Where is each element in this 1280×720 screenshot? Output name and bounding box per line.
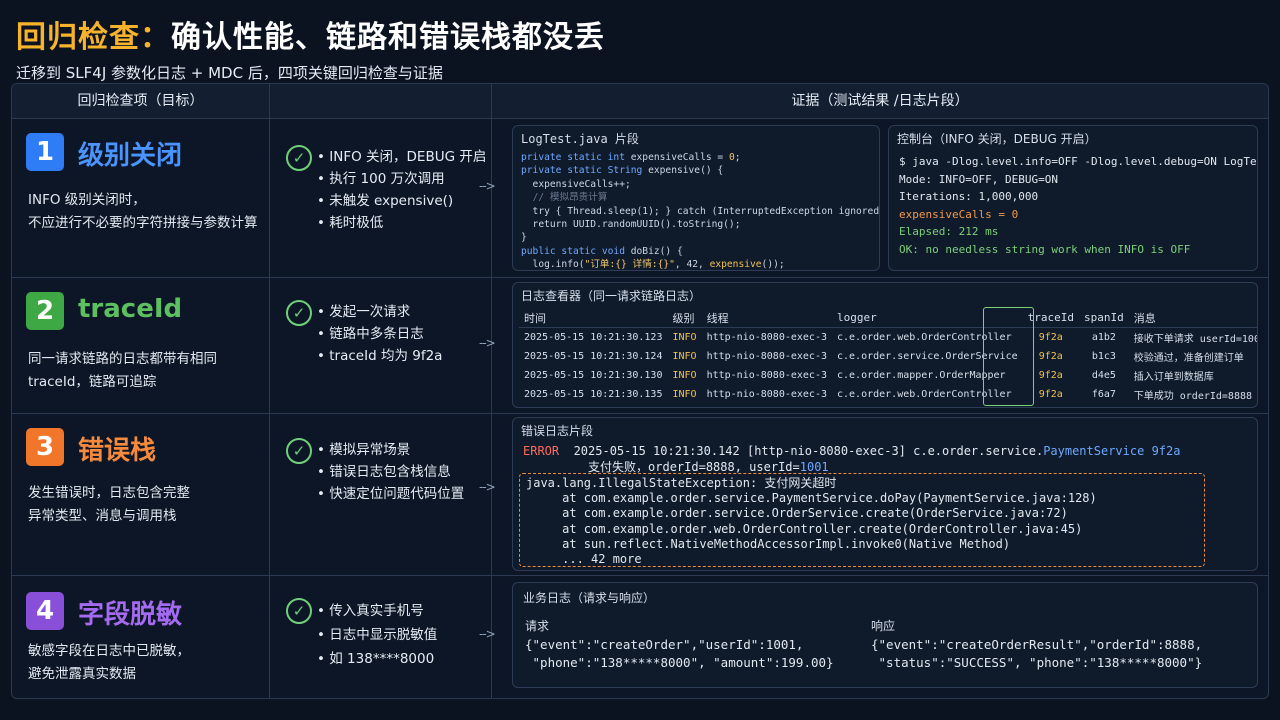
check-icon: ✓: [286, 598, 312, 624]
arrow-icon: -->: [479, 336, 496, 350]
response-label: 响应: [871, 619, 896, 633]
bullet-item: 链路中多条日志: [317, 323, 442, 345]
bullet-item: 如 138****8000: [317, 647, 437, 671]
row-number-badge: 1: [26, 133, 64, 171]
page-subtitle: 迁移到 SLF4J 参数化日志 + MDC 后，四项关键回归检查与证据: [16, 64, 443, 82]
biz-log-panel: 业务日志（请求与响应） 请求 {"event":"createOrder","u…: [512, 582, 1258, 688]
request-block: 请求 {"event":"createOrder","userId":1001,…: [525, 617, 834, 672]
header: 回归检查：确认性能、链路和错误栈都没丢 迁移到 SLF4J 参数化日志 + MD…: [16, 12, 605, 83]
check-item-cell: 4 字段脱敏 敏感字段在日志中已脱敏， 避免泄露真实数据: [12, 576, 269, 698]
bullet-item: traceId 均为 9f2a: [317, 345, 442, 367]
error-log-line: ERROR 2025-05-15 10:21:30.142 [http-nio-…: [523, 444, 1181, 474]
check-row-4: 4 字段脱敏 敏感字段在日志中已脱敏， 避免泄露真实数据 ✓ 传入真实手机号 日…: [12, 576, 1268, 698]
code-snippet: private static int expensiveCalls = 0; p…: [521, 152, 880, 271]
table-row: 2025-05-15 10:21:30.135 INFO http-nio-8080…: [524, 389, 1253, 402]
check-icon: ✓: [286, 438, 312, 464]
console-output: $ java -Dlog.level.info=OFF -Dlog.level.…: [899, 155, 1258, 256]
check-row-2: 2 traceId 同一请求链路的日志都带有相同 traceId，链路可追踪 ✓…: [12, 278, 1268, 413]
console-title: 控制台（INFO 关闭，DEBUG 开启）: [897, 132, 1097, 146]
regression-table: 回归检查项（目标） 证据（测试结果 /日志片段） 1 级别关闭 INFO 级别关…: [11, 83, 1269, 699]
result-cell: ✓ 模拟异常场景 错误日志包含栈信息 快速定位问题代码位置: [270, 414, 491, 575]
stack-trace-box: java.lang.IllegalStateException: 支付网关超时 …: [519, 473, 1205, 567]
request-label: 请求: [525, 619, 550, 633]
row-description: 敏感字段在日志中已脱敏， 避免泄露真实数据: [28, 643, 190, 682]
bullet-item: 耗时极低: [317, 212, 486, 234]
row-description: 发生错误时，日志包含完整 异常类型、消息与调用栈: [28, 485, 190, 524]
log-table-header: 时间 级别 线程 logger traceId spanId 消息: [519, 308, 1257, 328]
row-title: 字段脱敏: [78, 600, 183, 630]
check-row-3: 3 错误栈 发生错误时，日志包含完整 异常类型、消息与调用栈 ✓ 模拟异常场景 …: [12, 414, 1268, 575]
arrow-icon: -->: [479, 627, 496, 641]
check-item-cell: 1 级别关闭 INFO 级别关闭时， 不应进行不必要的字符拼接与参数计算: [12, 119, 269, 277]
row-number-badge: 3: [26, 428, 64, 466]
bullet-item: 传入真实手机号: [317, 599, 437, 623]
error-log-panel: 错误日志片段 ERROR 2025-05-15 10:21:30.142 [ht…: [512, 417, 1258, 571]
arrow-icon: -->: [479, 480, 496, 494]
bullet-item: 发起一次请求: [317, 301, 442, 323]
header-result: [270, 84, 491, 119]
row-description: 同一请求链路的日志都带有相同 traceId，链路可追踪: [28, 351, 217, 390]
result-bullets: 模拟异常场景 错误日志包含栈信息 快速定位问题代码位置: [317, 439, 464, 505]
check-row-1: 1 级别关闭 INFO 级别关闭时， 不应进行不必要的字符拼接与参数计算 ✓ I…: [12, 119, 1268, 277]
row-title: 级别关闭: [78, 141, 183, 171]
bullet-item: 模拟异常场景: [317, 439, 464, 461]
response-json: {"event":"createOrderResult","orderId":8…: [871, 637, 1203, 670]
row-number-badge: 2: [26, 292, 64, 330]
log-table: 时间 级别 线程 logger traceId spanId 消息 2025-0…: [519, 308, 1258, 404]
header-evidence: 证据（测试结果 /日志片段）: [492, 84, 1268, 119]
row-number-badge: 4: [26, 592, 64, 630]
result-bullets: 传入真实手机号 日志中显示脱敏值 如 138****8000: [317, 599, 437, 671]
traceid-highlight: [983, 307, 1034, 406]
row-description: INFO 级别关闭时， 不应进行不必要的字符拼接与参数计算: [28, 192, 258, 231]
check-icon: ✓: [286, 145, 312, 171]
bullet-item: 执行 100 万次调用: [317, 168, 486, 190]
arrow-icon: -->: [479, 179, 496, 193]
check-item-cell: 2 traceId 同一请求链路的日志都带有相同 traceId，链路可追踪: [12, 278, 269, 413]
result-cell: ✓ 传入真实手机号 日志中显示脱敏值 如 138****8000: [270, 576, 491, 698]
result-bullets: INFO 关闭，DEBUG 开启 执行 100 万次调用 未触发 expensi…: [317, 146, 486, 234]
bullet-item: 快速定位问题代码位置: [317, 483, 464, 505]
check-icon: ✓: [286, 300, 312, 326]
table-row: 2025-05-15 10:21:30.124 INFO http-nio-8080…: [524, 351, 1244, 364]
bullet-item: 日志中显示脱敏值: [317, 623, 437, 647]
log-viewer-title: 日志查看器（同一请求链路日志）: [521, 289, 702, 303]
row-title: 错误栈: [78, 436, 157, 466]
code-snippet-panel: LogTest.java 片段 private static int expen…: [512, 125, 880, 271]
result-cell: ✓ INFO 关闭，DEBUG 开启 执行 100 万次调用 未触发 expen…: [270, 119, 491, 277]
title-rest: 确认性能、链路和错误栈都没丢: [171, 20, 605, 55]
result-cell: ✓ 发起一次请求 链路中多条日志 traceId 均为 9f2a: [270, 278, 491, 413]
request-json: {"event":"createOrder","userId":1001, "p…: [525, 637, 834, 670]
bullet-item: 错误日志包含栈信息: [317, 461, 464, 483]
title-highlight: 回归检查：: [16, 20, 171, 55]
check-item-cell: 3 错误栈 发生错误时，日志包含完整 异常类型、消息与调用栈: [12, 414, 269, 575]
result-bullets: 发起一次请求 链路中多条日志 traceId 均为 9f2a: [317, 301, 442, 367]
biz-log-title: 业务日志（请求与响应）: [523, 591, 656, 605]
row-title: traceId: [78, 294, 183, 324]
log-viewer-panel: 日志查看器（同一请求链路日志） 时间 级别 线程 logger traceId …: [512, 282, 1258, 408]
bullet-item: 未触发 expensive(): [317, 190, 486, 212]
table-row: 2025-05-15 10:21:30.130 INFO http-nio-8080…: [524, 370, 1214, 383]
response-block: 响应 {"event":"createOrderResult","orderId…: [871, 617, 1202, 672]
bullet-item: INFO 关闭，DEBUG 开启: [317, 146, 486, 168]
page-title: 回归检查：确认性能、链路和错误栈都没丢: [16, 12, 605, 56]
header-check-item: 回归检查项（目标）: [12, 84, 269, 119]
table-row: 2025-05-15 10:21:30.123 INFO http-nio-8080…: [524, 332, 1258, 345]
error-log-title: 错误日志片段: [521, 424, 594, 438]
console-panel: 控制台（INFO 关闭，DEBUG 开启） $ java -Dlog.level…: [888, 125, 1258, 271]
snippet-title: LogTest.java 片段: [521, 132, 639, 146]
